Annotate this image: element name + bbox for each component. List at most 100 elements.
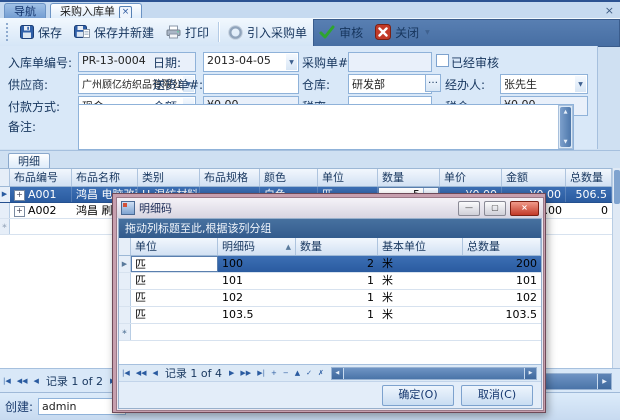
dialog-app-icon (121, 201, 135, 215)
col-base-unit[interactable]: 基本单位 (378, 238, 463, 255)
close-red-icon (375, 24, 391, 40)
delivery-no-field[interactable] (203, 74, 299, 94)
scroll-right-icon[interactable]: ▶ (525, 368, 536, 379)
row-indicator-icon: ▶ (0, 187, 10, 202)
col-amount[interactable]: 金额 (502, 169, 566, 186)
detail-grid-header: 布品编号 布品名称 类别 布品规格 颜色 单位 数量 单价 金额 总数量 (0, 169, 612, 187)
remark-scrollbar[interactable]: ▲▼ (558, 105, 573, 149)
col-unit[interactable]: 单位 (318, 169, 378, 186)
list-item[interactable]: 匹 103.5 1 米 103.5 (119, 307, 541, 324)
save-and-new-icon (74, 25, 90, 39)
col-fabric-no[interactable]: 布品编号 (10, 169, 72, 186)
col-price[interactable]: 单价 (440, 169, 502, 186)
audit-button[interactable]: 审核 (313, 21, 369, 44)
col-unit[interactable]: 单位 (131, 238, 218, 255)
nav-next-icon[interactable]: ▶ (229, 369, 234, 377)
col-qty[interactable]: 数量 (378, 169, 440, 186)
po-no-field[interactable] (348, 52, 432, 72)
list-item[interactable]: 匹 102 1 米 102 (119, 290, 541, 307)
col-total-qty[interactable]: 总数量 (566, 169, 612, 186)
col-spec[interactable]: 布品规格 (200, 169, 260, 186)
print-icon (166, 25, 181, 39)
toolbar-separator (218, 22, 219, 42)
scroll-up-icon[interactable]: ▲ (564, 109, 568, 115)
handler-dropdown-icon[interactable]: ▼ (575, 76, 586, 92)
cancel-button[interactable]: 取消(C) (461, 385, 533, 406)
import-purchase-order-icon (228, 25, 243, 40)
toolbar-grip[interactable] (6, 23, 11, 41)
nav-delete-icon[interactable]: − (283, 369, 289, 377)
print-button[interactable]: 打印 (160, 21, 215, 44)
nav-prev-icon[interactable]: ◀ (153, 369, 158, 377)
dialog-maximize-button[interactable]: ▢ (484, 201, 506, 216)
col-fabric-name[interactable]: 布品名称 (72, 169, 138, 186)
expand-icon[interactable]: + (14, 206, 25, 217)
dialog-horizontal-scrollbar[interactable]: ◀ ▶ (331, 367, 537, 380)
audited-label: 已经审核 (451, 54, 499, 71)
save-label: 保存 (38, 24, 62, 41)
tab-close-icon[interactable]: × (119, 6, 132, 19)
row-indicator-icon: ▶ (119, 256, 131, 272)
nav-edit-icon[interactable]: ▲ (295, 369, 300, 377)
dialog-minimize-button[interactable]: — (458, 201, 480, 216)
app-window: 导航 采购入库单 × × 保存 保存并新建 打印 (0, 0, 620, 420)
nav-prev-page-icon[interactable]: ◀◀ (136, 369, 147, 377)
warehouse-browse-button[interactable]: … (425, 74, 441, 92)
grid-vertical-scrollbar[interactable] (612, 168, 620, 368)
col-total-qty[interactable]: 总数量 (463, 238, 541, 255)
date-combo[interactable]: 2013-04-05▼ (203, 52, 299, 72)
col-category[interactable]: 类别 (138, 169, 200, 186)
dialog-record-count: 记录 1 of 4 (165, 365, 222, 381)
group-by-panel[interactable]: 拖动列标题至此,根据该列分组 (119, 219, 541, 238)
new-row[interactable]: ∗ (119, 324, 541, 341)
ok-button[interactable]: 确定(O) (382, 385, 454, 406)
close-dropdown-caret-icon[interactable]: ▼ (425, 29, 430, 36)
audited-checkbox[interactable] (436, 54, 449, 67)
delivery-no-label: 送货单#: (153, 76, 203, 93)
audit-label: 审核 (339, 24, 363, 41)
remark-textarea[interactable]: ▲▼ (78, 104, 574, 150)
save-and-new-label: 保存并新建 (94, 24, 154, 41)
save-button[interactable]: 保存 (14, 21, 68, 44)
list-item[interactable]: 匹 101 1 米 101 (119, 273, 541, 290)
import-purchase-order-button[interactable]: 引入采购单 (222, 21, 313, 44)
nav-prev-page-icon[interactable]: ◀◀ (17, 377, 28, 385)
supplier-label: 供应商: (8, 76, 48, 93)
new-row-icon: ∗ (0, 219, 10, 234)
list-item[interactable]: ▶ 匹 100 2 米 200 (119, 256, 541, 273)
warehouse-field[interactable]: 研发部 (348, 74, 432, 94)
nav-next-page-icon[interactable]: ▶▶ (240, 369, 251, 377)
col-detail-code[interactable]: 明细码▲ (218, 238, 296, 255)
tab-strip: 导航 采购入库单 × × (0, 0, 620, 20)
save-and-new-button[interactable]: 保存并新建 (68, 21, 160, 44)
import-purchase-order-label: 引入采购单 (247, 24, 307, 41)
date-dropdown-icon[interactable]: ▼ (286, 54, 297, 70)
dialog-button-row: 确定(O) 取消(C) (119, 381, 541, 408)
col-qty[interactable]: 数量 (296, 238, 378, 255)
tabstrip-close-icon[interactable]: × (605, 5, 614, 16)
panel-divider (0, 150, 620, 151)
nav-prev-icon[interactable]: ◀ (34, 377, 39, 385)
nav-append-icon[interactable]: + (271, 369, 277, 377)
nav-first-icon[interactable]: |◀ (122, 369, 130, 377)
scroll-left-icon[interactable]: ◀ (332, 368, 343, 379)
detail-code-dialog: 明细码 — ▢ × 拖动列标题至此,根据该列分组 单位 明细码▲ 数量 基本单位… (112, 193, 546, 413)
po-no-label: 采购单#: (302, 54, 352, 71)
dialog-close-button[interactable]: × (510, 201, 539, 216)
col-color[interactable]: 颜色 (260, 169, 318, 186)
handler-combo[interactable]: 张先生▼ (500, 74, 588, 94)
dialog-titlebar[interactable]: 明细码 — ▢ × (117, 198, 543, 218)
handler-label: 经办人: (445, 76, 485, 93)
nav-commit-icon[interactable]: ✓ (306, 369, 312, 377)
detail-tab[interactable]: 明细 (8, 153, 50, 169)
nav-cancel-icon[interactable]: ✗ (318, 369, 324, 377)
nav-last-icon[interactable]: ▶| (257, 369, 265, 377)
scroll-right-icon[interactable]: ▶ (598, 374, 611, 389)
unit-editor-cell[interactable]: 匹 (131, 256, 218, 272)
scroll-down-icon[interactable]: ▼ (564, 139, 568, 145)
expand-icon[interactable]: + (14, 190, 25, 201)
close-button[interactable]: 关闭 ▼ (369, 21, 436, 44)
nav-first-icon[interactable]: |◀ (3, 377, 11, 385)
dialog-title: 明细码 (139, 200, 454, 216)
print-label: 打印 (185, 24, 209, 41)
